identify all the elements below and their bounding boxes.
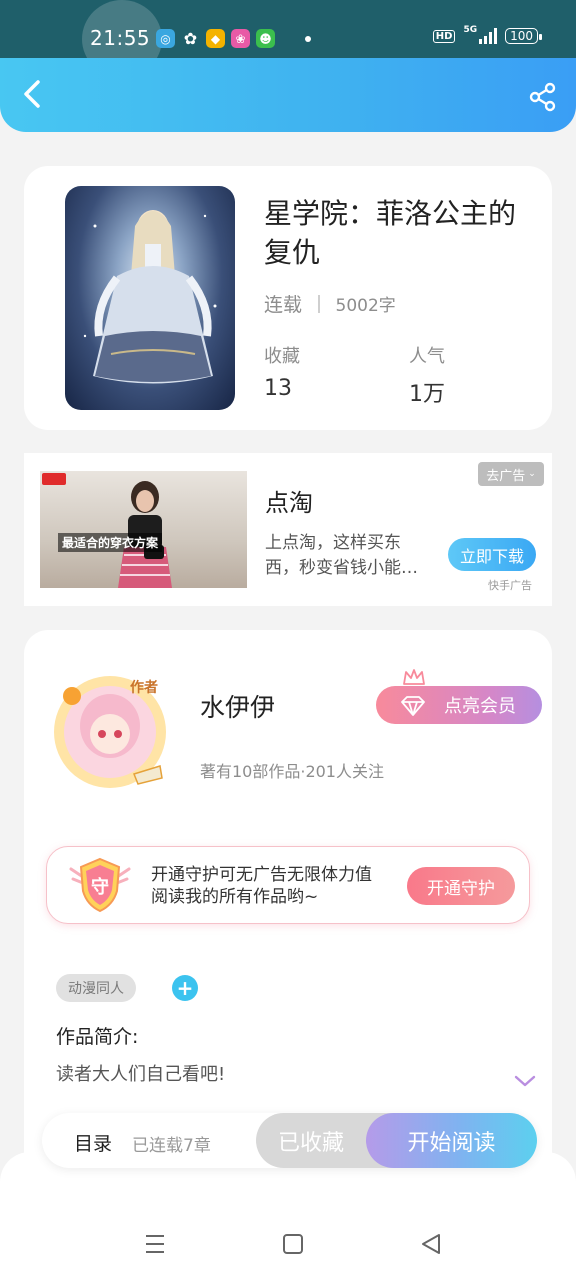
back-triangle-icon[interactable] <box>420 1232 442 1256</box>
meta-divider <box>318 294 320 313</box>
ad-image-caption: 最适合的穿衣方案 <box>58 533 163 552</box>
chapter-count: 已连载7章 <box>132 1136 211 1156</box>
network-type: 5G <box>463 25 478 35</box>
cover-illustration <box>83 210 217 384</box>
collected-label: 已收藏 <box>277 1130 344 1156</box>
book-title: 星学院：菲洛公主的复仇 <box>264 197 517 269</box>
author-stats: 著有10部作品·201人关注 <box>200 762 384 781</box>
share-button[interactable] <box>528 82 558 112</box>
book-info-card: 星学院：菲洛公主的复仇 连载 5002字 收藏 13 人气 1万 <box>24 166 552 430</box>
top-header <box>0 58 576 132</box>
favorites-value: 13 <box>264 376 292 401</box>
avatar-illustration: 作者 <box>54 676 166 788</box>
book-cover[interactable] <box>65 186 235 410</box>
guard-badge-text: 守 <box>91 876 109 898</box>
book-status: 连载 <box>264 294 303 316</box>
remove-ad-button[interactable]: 去广告 ⌄ <box>478 462 544 486</box>
guard-text-line1: 开通守护可无广告无限体力值 <box>151 865 372 885</box>
back-button[interactable] <box>14 76 50 112</box>
add-tag-button[interactable]: + <box>172 975 198 1001</box>
app-store-icon: ❀ <box>231 29 250 48</box>
notification-icons: ◎ ✿ ◆ ❀ ☻ <box>156 29 275 48</box>
remove-ad-label: 去广告 <box>486 468 526 484</box>
ad-source: 快手广告 <box>488 579 532 592</box>
home-icon[interactable] <box>282 1232 304 1256</box>
popularity-label: 人气 <box>409 346 445 367</box>
menu-icon[interactable] <box>144 1232 166 1256</box>
reading-app-icon: ◆ <box>206 29 225 48</box>
author-badge: 作者 <box>130 679 158 696</box>
hd-icon: HD <box>432 29 456 43</box>
author-name: 水伊伊 <box>200 693 276 722</box>
vip-button[interactable]: 点亮会员 <box>376 686 542 724</box>
chevron-left-icon <box>24 80 40 108</box>
system-status: HD 5G 100 <box>432 25 542 44</box>
signal-icon <box>479 28 498 44</box>
ad-image: 最适合的穿衣方案 <box>40 471 247 588</box>
guard-description: 开通守护可无广告无限体力值 阅读我的所有作品哟~ <box>151 864 372 908</box>
start-reading-button[interactable]: 开始阅读 <box>366 1113 537 1168</box>
more-notifications-dot <box>305 36 311 42</box>
intro-label: 作品简介: <box>56 1026 139 1048</box>
guard-text-line2: 阅读我的所有作品哟~ <box>151 887 319 907</box>
game-app-icon: ☻ <box>256 29 275 48</box>
ad-description: 上点淘，这样买东西，秒变省钱小能… <box>265 533 418 578</box>
wechat-icon: ✿ <box>183 29 198 48</box>
guard-banner: 守 开通守护可无广告无限体力值 阅读我的所有作品哟~ 开通守护 <box>46 846 530 924</box>
battery-icon: 100 <box>505 28 542 44</box>
open-guard-button[interactable]: 开通守护 <box>407 867 515 905</box>
download-button[interactable]: 立即下载 <box>448 538 536 571</box>
intro-text: 读者大人们自己看吧! <box>56 1064 226 1085</box>
guard-shield-icon: 守 <box>69 857 131 913</box>
qq-browser-icon: ◎ <box>156 29 175 48</box>
crown-icon <box>403 669 425 685</box>
expand-chevron-icon[interactable] <box>514 1074 536 1088</box>
system-nav-bar <box>0 1210 576 1280</box>
toc-button[interactable]: 目录 <box>74 1129 112 1156</box>
status-bar: 21:55 ◎ ✿ ◆ ❀ ☻ HD 5G 100 <box>0 0 576 78</box>
diamond-icon <box>401 696 425 716</box>
book-meta: 连载 5002字 <box>264 290 396 317</box>
chevron-down-icon: ⌄ <box>528 469 536 479</box>
share-icon <box>529 82 556 112</box>
favorites-label: 收藏 <box>264 346 300 367</box>
genre-tag[interactable]: 动漫同人 <box>56 974 136 1002</box>
ad-brand-logo <box>42 473 66 485</box>
ad-banner[interactable]: 最适合的穿衣方案 点淘 上点淘，这样买东西，秒变省钱小能… 去广告 ⌄ 立即下载… <box>24 453 552 606</box>
status-time: 21:55 <box>90 26 151 50</box>
vip-label: 点亮会员 <box>444 696 516 717</box>
popularity-value: 1万 <box>409 382 445 407</box>
bottom-action-bar: 目录 已连载7章 已收藏 开始阅读 <box>42 1113 537 1168</box>
ad-title: 点淘 <box>265 489 313 517</box>
author-avatar[interactable]: 作者 <box>38 666 186 796</box>
book-word-count: 5002字 <box>335 296 396 316</box>
